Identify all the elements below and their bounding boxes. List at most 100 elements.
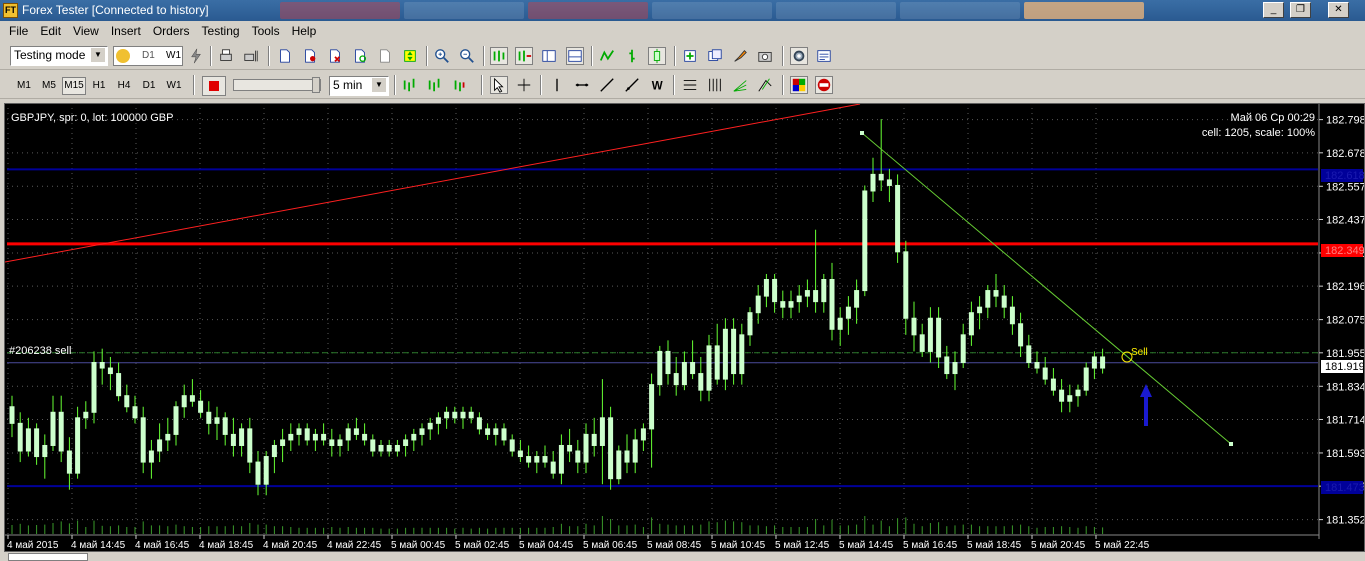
- zoom-out-icon[interactable]: [458, 47, 476, 65]
- brush-icon[interactable]: [731, 47, 749, 65]
- background-tab: [404, 2, 524, 19]
- line-chart-icon[interactable]: [598, 47, 616, 65]
- chart-window[interactable]: GBPJPY, spr: 0, lot: 100000 GBP Май 06 С…: [4, 103, 1365, 552]
- menu-testing[interactable]: Testing: [196, 24, 246, 38]
- menu-orders[interactable]: Orders: [147, 24, 196, 38]
- time-tick-label: 5 май 12:45: [775, 540, 830, 551]
- next-bar-icon[interactable]: [451, 76, 469, 94]
- split-vertical-icon[interactable]: [540, 47, 558, 65]
- period-selector[interactable]: D1 W1: [113, 46, 183, 66]
- current-price: 181.919: [1325, 361, 1364, 373]
- toolbar-separator: [673, 75, 675, 95]
- candle-body: [509, 439, 515, 452]
- data-window-icon[interactable]: [815, 47, 833, 65]
- minimize-button[interactable]: _: [1263, 2, 1284, 18]
- price-tick-label: 181.352: [1326, 515, 1364, 527]
- close-button[interactable]: ✕: [1328, 2, 1349, 18]
- maximize-button[interactable]: ❐: [1290, 2, 1311, 18]
- bar-chart-icon[interactable]: [623, 47, 641, 65]
- print-preview-icon[interactable]: [242, 47, 260, 65]
- candle-body: [124, 395, 130, 408]
- autoscroll-icon[interactable]: [515, 47, 533, 65]
- timeframe-m15[interactable]: M15: [62, 77, 86, 95]
- candle-body: [493, 428, 499, 435]
- candle-body: [1018, 323, 1024, 347]
- candle-body: [148, 450, 154, 463]
- timeframe-w1[interactable]: W1: [162, 77, 186, 95]
- price-tick-label: 182.196: [1326, 281, 1364, 293]
- add-indicator-icon[interactable]: [681, 47, 699, 65]
- toolbar-separator: [481, 75, 483, 95]
- speed-slider[interactable]: [233, 77, 321, 93]
- candle-body: [813, 290, 819, 303]
- candle-body: [608, 417, 614, 480]
- menu-help[interactable]: Help: [286, 24, 323, 38]
- chart-shift-icon[interactable]: [490, 47, 508, 65]
- template-icon[interactable]: [376, 47, 394, 65]
- background-tab: [652, 2, 772, 19]
- step-back-icon[interactable]: [401, 76, 419, 94]
- templates-icon[interactable]: [706, 47, 724, 65]
- trend-line-end-handle[interactable]: [1229, 442, 1233, 446]
- candle-body: [1042, 367, 1048, 380]
- speed-slider-handle[interactable]: [312, 77, 320, 93]
- candle-body: [173, 406, 179, 435]
- window-title: Forex Tester [Connected to history]: [22, 3, 209, 17]
- crosshair-icon[interactable]: [515, 76, 533, 94]
- refresh-document-icon[interactable]: [351, 47, 369, 65]
- candle-body: [870, 173, 876, 192]
- price-chart[interactable]: GBPJPY, spr: 0, lot: 100000 GBP Май 06 С…: [5, 104, 1364, 551]
- split-horizontal-icon[interactable]: [566, 47, 584, 65]
- stop-button[interactable]: [202, 76, 226, 96]
- vertical-line-icon[interactable]: [548, 76, 566, 94]
- horizontal-line-icon[interactable]: [573, 76, 591, 94]
- open-document-icon[interactable]: [301, 47, 319, 65]
- step-forward-icon[interactable]: [426, 76, 444, 94]
- timeframe-m5[interactable]: M5: [37, 77, 61, 95]
- timeframe-m1[interactable]: M1: [12, 77, 36, 95]
- candle-body: [698, 373, 704, 391]
- new-document-icon[interactable]: [276, 47, 294, 65]
- ray-line-icon[interactable]: [623, 76, 641, 94]
- trend-line-start-handle[interactable]: [860, 131, 864, 135]
- cursor-icon[interactable]: [490, 76, 508, 94]
- candlestick-chart-icon[interactable]: [648, 47, 666, 65]
- menu-view[interactable]: View: [67, 24, 105, 38]
- candle-body: [214, 417, 220, 424]
- trend-line-icon[interactable]: [598, 76, 616, 94]
- red-trend-line[interactable]: [5, 104, 861, 263]
- candle-body: [960, 334, 966, 363]
- timeframe-h1[interactable]: H1: [87, 77, 111, 95]
- fibo-time-icon[interactable]: [706, 76, 724, 94]
- candle-body: [829, 279, 835, 330]
- timeframe-h4[interactable]: H4: [112, 77, 136, 95]
- channel-icon[interactable]: [681, 76, 699, 94]
- candle-body: [1075, 389, 1081, 397]
- arrange-icon[interactable]: [401, 47, 419, 65]
- palette-icon[interactable]: [790, 76, 808, 94]
- menu-insert[interactable]: Insert: [105, 24, 147, 38]
- green-trend-line[interactable]: [861, 132, 1232, 445]
- status-bar: [0, 552, 1365, 561]
- candle-body: [181, 395, 187, 408]
- fibo-fan-icon[interactable]: [731, 76, 749, 94]
- delete-document-icon[interactable]: [326, 47, 344, 65]
- zoom-in-icon[interactable]: [433, 47, 451, 65]
- print-icon[interactable]: [217, 47, 235, 65]
- no-entry-icon[interactable]: [815, 76, 833, 94]
- menu-file[interactable]: File: [3, 24, 34, 38]
- menu-tools[interactable]: Tools: [246, 24, 286, 38]
- candle-body: [665, 350, 671, 375]
- menu-edit[interactable]: Edit: [34, 24, 67, 38]
- lightning-icon[interactable]: [187, 47, 205, 65]
- mode-select[interactable]: Testing mode ▼: [10, 46, 108, 66]
- horizontal-lines-layer: [7, 168, 1318, 488]
- date-info: Май 06 Ср 00:29: [1230, 112, 1315, 124]
- gear-icon[interactable]: [790, 47, 808, 65]
- wave-icon[interactable]: W: [649, 76, 667, 94]
- chart-tab[interactable]: [8, 553, 88, 561]
- andrews-pitchfork-icon[interactable]: [756, 76, 774, 94]
- screenshot-icon[interactable]: [756, 47, 774, 65]
- step-select[interactable]: 5 min ▼: [329, 76, 389, 96]
- timeframe-d1[interactable]: D1: [137, 77, 161, 95]
